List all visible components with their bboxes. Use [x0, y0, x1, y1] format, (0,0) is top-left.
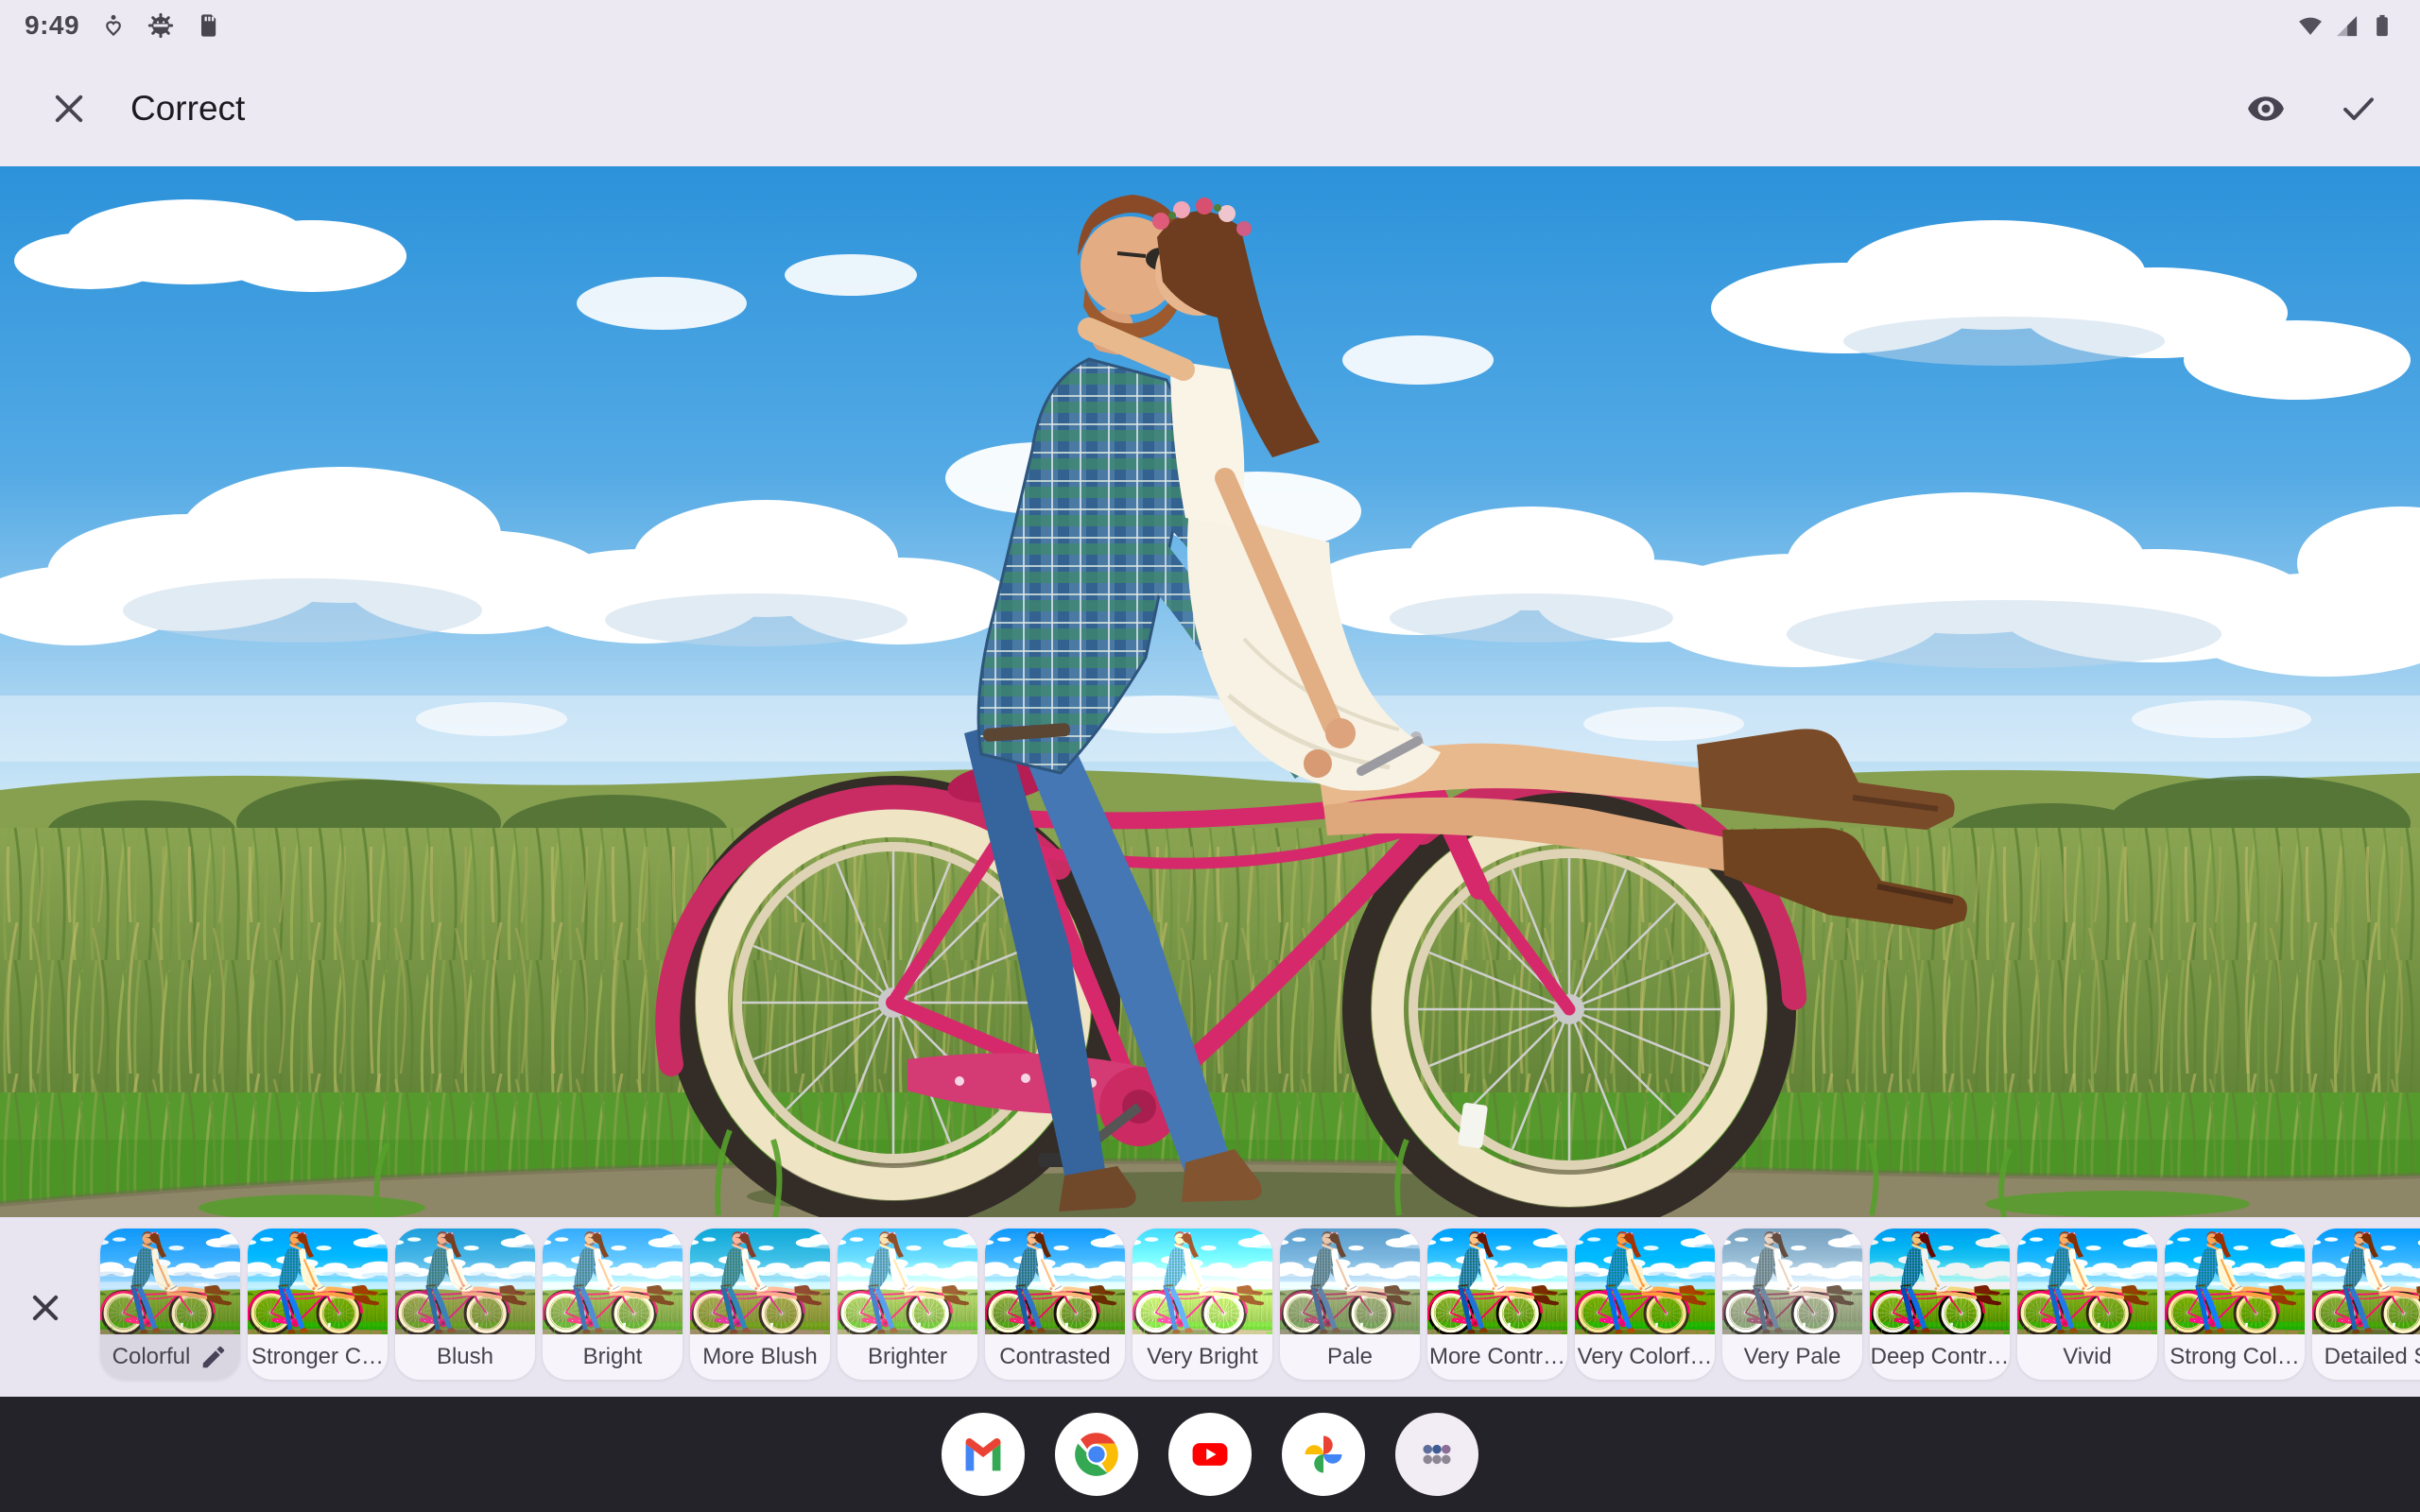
- filter-label: Blush: [437, 1344, 493, 1370]
- filter-thumbnail: [1870, 1228, 2010, 1334]
- photo-couple-on-bicycle: [0, 166, 2420, 1217]
- filter-card-more-contrasted[interactable]: More Contr…: [1427, 1228, 1567, 1380]
- page-title: Correct: [130, 89, 245, 129]
- android-screen: 9:49: [0, 0, 2420, 1512]
- app-bar: Correct: [0, 51, 2420, 166]
- filter-label: Very Bright: [1147, 1344, 1257, 1370]
- filter-thumbnail: [100, 1228, 240, 1334]
- filter-card-contrasted[interactable]: Contrasted: [985, 1228, 1125, 1380]
- clock: 9:49: [25, 10, 79, 41]
- app-google-photos[interactable]: [1282, 1413, 1365, 1496]
- filter-card-very-bright[interactable]: Very Bright: [1132, 1228, 1272, 1380]
- photo-preview: [0, 166, 2420, 1217]
- filter-thumbnail: [690, 1228, 830, 1334]
- filter-thumbnail: [2312, 1228, 2420, 1334]
- filter-thumbnail: [2017, 1228, 2157, 1334]
- app-chrome[interactable]: [1055, 1413, 1138, 1496]
- filter-thumbnail: [1427, 1228, 1567, 1334]
- filter-card-more-blush[interactable]: More Blush: [690, 1228, 830, 1380]
- wellbeing-icon: [100, 12, 127, 39]
- google-photos-icon: [1299, 1430, 1348, 1479]
- filter-card-pale[interactable]: Pale: [1280, 1228, 1420, 1380]
- gmail-icon: [959, 1430, 1008, 1479]
- filter-card-vivid[interactable]: Vivid: [2017, 1228, 2157, 1380]
- app-drawer-button[interactable]: [1395, 1413, 1478, 1496]
- wifi-icon: [2297, 12, 2324, 39]
- apply-button[interactable]: [2337, 87, 2380, 130]
- filter-thumbnail: [2165, 1228, 2305, 1334]
- edit-pencil-icon: [199, 1343, 228, 1371]
- filter-thumbnail: [1575, 1228, 1715, 1334]
- app-drawer-icon: [1412, 1430, 1461, 1479]
- cellular-signal-icon: [2333, 12, 2360, 39]
- filter-bar: Colorful Stronger C… Blush: [0, 1217, 2420, 1397]
- filter-thumbnail: [543, 1228, 683, 1334]
- filter-card-very-colorful[interactable]: Very Colorf…: [1575, 1228, 1715, 1380]
- filter-thumbnail: [1722, 1228, 1862, 1334]
- filter-thumbnail: [985, 1228, 1125, 1334]
- filter-label: Bright: [583, 1344, 643, 1370]
- filter-thumbnail: [1132, 1228, 1272, 1334]
- filter-thumbnail: [1280, 1228, 1420, 1334]
- sdcard-icon: [195, 12, 221, 39]
- filter-label: Strong Col…: [2169, 1344, 2299, 1370]
- app-youtube[interactable]: [1168, 1413, 1252, 1496]
- developer-options-icon: [147, 12, 174, 39]
- filter-thumbnail: [248, 1228, 388, 1334]
- filter-thumbnail: [838, 1228, 977, 1334]
- filter-label: Stronger C…: [251, 1344, 384, 1370]
- filter-card-detailed-sky[interactable]: Detailed Sk: [2312, 1228, 2420, 1380]
- youtube-icon: [1185, 1430, 1235, 1479]
- filter-label: Colorful: [112, 1344, 191, 1370]
- filter-label: Contrasted: [999, 1344, 1110, 1370]
- close-button[interactable]: [47, 87, 91, 130]
- filter-card-stronger-colors[interactable]: Stronger C…: [248, 1228, 388, 1380]
- filter-label: Very Pale: [1744, 1344, 1841, 1370]
- filter-card-list: Colorful Stronger C… Blush: [100, 1228, 2420, 1380]
- filter-card-very-pale[interactable]: Very Pale: [1722, 1228, 1862, 1380]
- filter-label: Pale: [1327, 1344, 1373, 1370]
- filter-label: Vivid: [2063, 1344, 2112, 1370]
- filter-card-strong-colors[interactable]: Strong Col…: [2165, 1228, 2305, 1380]
- filter-label: More Contr…: [1429, 1344, 1565, 1370]
- dock: [0, 1397, 2420, 1512]
- status-bar: 9:49: [0, 0, 2420, 51]
- filter-card-colorful[interactable]: Colorful: [100, 1228, 240, 1380]
- filter-label: Brighter: [868, 1344, 947, 1370]
- filter-thumbnail: [395, 1228, 535, 1334]
- check-icon: [2339, 89, 2378, 129]
- eye-icon: [2246, 89, 2286, 129]
- filter-label: Detailed Sk: [2325, 1344, 2420, 1370]
- filter-card-deep-contrast[interactable]: Deep Contr…: [1870, 1228, 2010, 1380]
- filter-label: Very Colorf…: [1578, 1344, 1713, 1370]
- close-icon: [49, 89, 89, 129]
- app-gmail[interactable]: [942, 1413, 1025, 1496]
- close-icon: [27, 1290, 63, 1326]
- filter-card-bright[interactable]: Bright: [543, 1228, 683, 1380]
- filter-label: Deep Contr…: [1871, 1344, 2010, 1370]
- filter-card-brighter[interactable]: Brighter: [838, 1228, 977, 1380]
- preview-button[interactable]: [2244, 87, 2288, 130]
- dismiss-filters-button[interactable]: [25, 1287, 66, 1329]
- filter-card-blush[interactable]: Blush: [395, 1228, 535, 1380]
- chrome-icon: [1072, 1430, 1121, 1479]
- battery-icon: [2369, 12, 2395, 39]
- filter-label: More Blush: [702, 1344, 817, 1370]
